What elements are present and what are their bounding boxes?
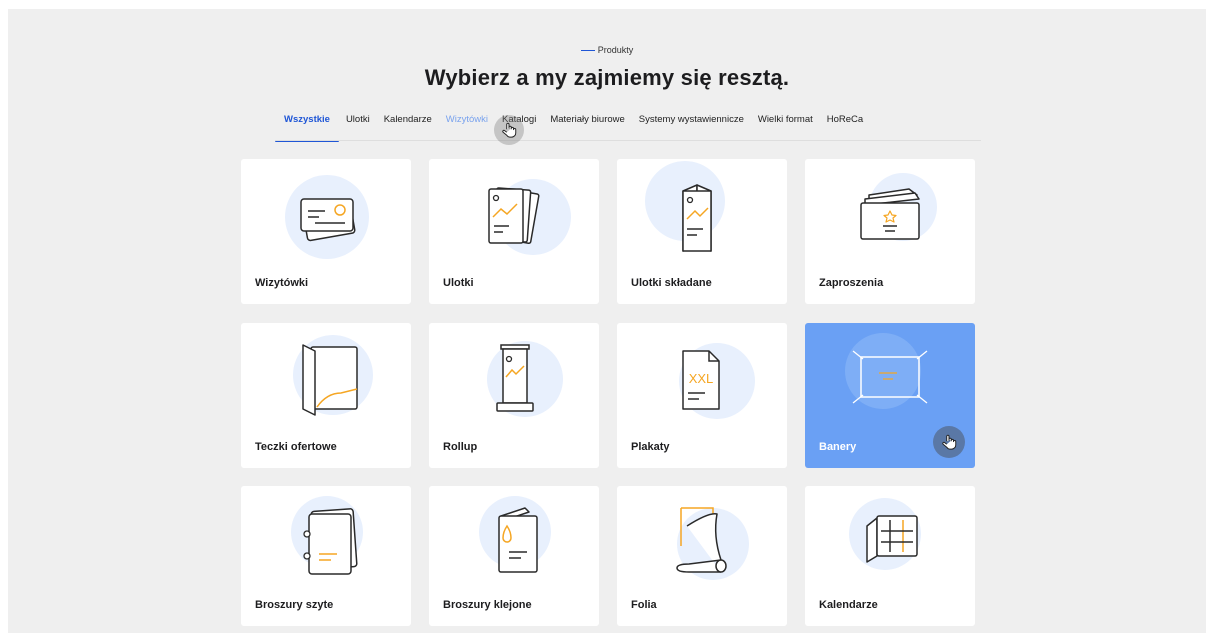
product-card-zaproszenia[interactable]: Zaproszenia — [805, 159, 975, 304]
tabs-divider — [275, 140, 981, 141]
category-tabs: Wszystkie Ulotki Kalendarze Wizytówki Ka… — [275, 113, 870, 143]
product-card-banery[interactable]: Banery — [805, 323, 975, 468]
folder-icon — [293, 335, 373, 416]
poster-icon: XXL — [679, 343, 755, 419]
tab-kalendarze[interactable]: Kalendarze — [377, 113, 439, 135]
product-label: Zaproszenia — [819, 277, 884, 289]
rollup-icon — [487, 341, 563, 417]
stitched-brochure-icon — [291, 496, 363, 575]
foil-roll-icon — [676, 507, 749, 580]
glued-brochure-icon — [479, 496, 551, 573]
product-label: Rollup — [443, 441, 478, 453]
tab-wielki-format[interactable]: Wielki format — [751, 113, 820, 135]
product-label: Teczki ofertowe — [255, 441, 337, 453]
product-card-kalendarze[interactable]: Kalendarze — [805, 486, 975, 626]
business-cards-icon — [285, 175, 369, 259]
pointer-cursor-icon — [494, 115, 524, 145]
tab-horeca[interactable]: HoReCa — [820, 113, 870, 135]
section-eyebrow: Produkty — [8, 45, 1206, 55]
page-title: Wybierz a my zajmiemy się resztą. — [424, 65, 790, 90]
product-label: Plakaty — [631, 441, 670, 453]
product-label: Folia — [631, 599, 657, 611]
product-card-broszury-klejone[interactable]: Broszury klejone — [429, 486, 599, 626]
tab-wizytowki[interactable]: Wizytówki — [439, 113, 495, 135]
product-card-wizytowki[interactable]: Wizytówki — [241, 159, 411, 304]
product-label: Banery — [819, 441, 857, 453]
product-label: Ulotki — [443, 277, 474, 289]
folded-flyer-icon — [645, 161, 725, 252]
flyers-icon — [488, 179, 571, 255]
product-card-teczki-ofertowe[interactable]: Teczki ofertowe — [241, 323, 411, 468]
product-label: Broszury klejone — [443, 599, 532, 611]
product-card-folia[interactable]: Folia — [617, 486, 787, 626]
product-card-ulotki-skladane[interactable]: Ulotki składane — [617, 159, 787, 304]
invitation-icon — [860, 173, 937, 241]
banner-icon — [845, 333, 928, 409]
tab-materialy-biurowe[interactable]: Materiały biurowe — [543, 113, 631, 135]
pointer-cursor-icon — [933, 426, 965, 458]
product-label: Wizytówki — [255, 277, 309, 289]
tab-wszystkie[interactable]: Wszystkie — [275, 113, 339, 142]
product-card-rollup[interactable]: Rollup — [429, 323, 599, 468]
product-label: Broszury szyte — [255, 599, 334, 611]
product-label: Ulotki składane — [631, 277, 712, 289]
tab-systemy-wystawiennicze[interactable]: Systemy wystawiennicze — [632, 113, 751, 135]
calendar-icon — [849, 498, 921, 570]
product-label: Kalendarze — [819, 599, 878, 611]
tab-ulotki[interactable]: Ulotki — [339, 113, 377, 135]
poster-xxl-text: XXL — [689, 371, 714, 386]
product-card-plakaty[interactable]: XXL Plakaty — [617, 323, 787, 468]
product-grid-row-3: Broszury szyte Broszury klejone Folia Ka… — [241, 486, 975, 626]
product-card-broszury-szyte[interactable]: Broszury szyte — [241, 486, 411, 626]
page-frame: Produkty Wybierz a my zajmiemy się reszt… — [8, 9, 1206, 633]
product-card-ulotki[interactable]: Ulotki — [429, 159, 599, 304]
product-grid: Wizytówki Ulotki Ulotki składane Zaprosz… — [241, 159, 975, 468]
